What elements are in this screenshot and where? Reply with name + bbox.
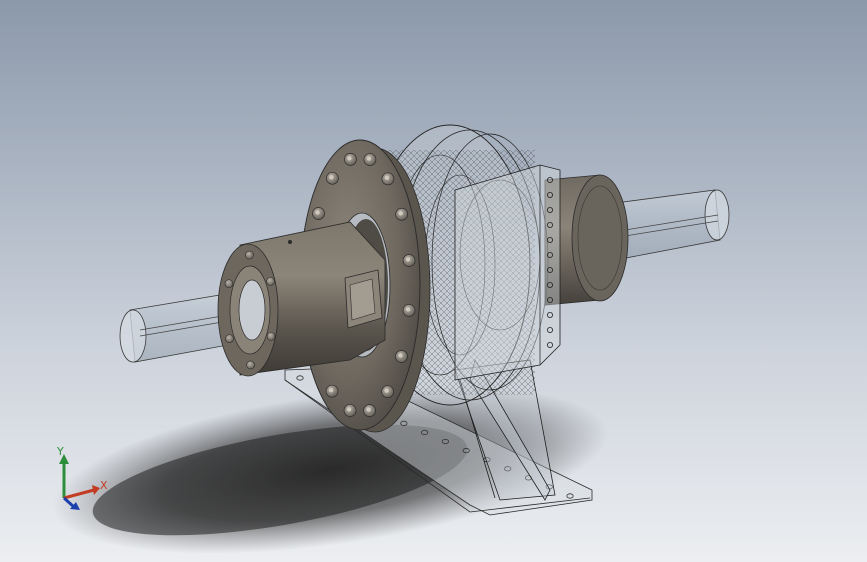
flange-bolt	[402, 254, 416, 267]
graphics-viewport[interactable]: X Y	[0, 0, 867, 562]
hub-bolt	[224, 279, 234, 288]
y-axis-label: Y	[57, 445, 64, 458]
flange-bolt	[395, 207, 409, 221]
hub-bolt	[245, 250, 254, 260]
hub-bolt	[246, 360, 255, 370]
x-axis-arrowhead	[92, 485, 100, 495]
flange-bolt	[381, 385, 394, 399]
flange-bolt	[326, 171, 339, 185]
flange-bolt	[343, 404, 357, 417]
flange-bolt	[402, 304, 416, 317]
flange-bolt	[344, 153, 357, 166]
z-axis-arrow	[62, 496, 76, 509]
transparent-mounting-plate[interactable]	[454, 164, 561, 381]
left-housing[interactable]	[217, 221, 386, 377]
flange-bolt	[395, 350, 408, 363]
hub-bolt	[266, 277, 275, 286]
x-axis-label: X	[100, 479, 108, 492]
coordinate-triad: X Y	[40, 440, 120, 520]
flange-bolt	[381, 172, 395, 186]
x-axis-arrow	[63, 488, 95, 500]
triad-axes	[59, 454, 100, 510]
flange-bolt	[325, 384, 339, 398]
3d-model-scene[interactable]	[0, 0, 867, 562]
flange-bolt	[363, 153, 377, 166]
hub-bolt	[225, 334, 234, 343]
hub-bolt	[266, 332, 276, 341]
flange-bolt	[312, 207, 325, 220]
flange-bolt	[363, 404, 376, 417]
